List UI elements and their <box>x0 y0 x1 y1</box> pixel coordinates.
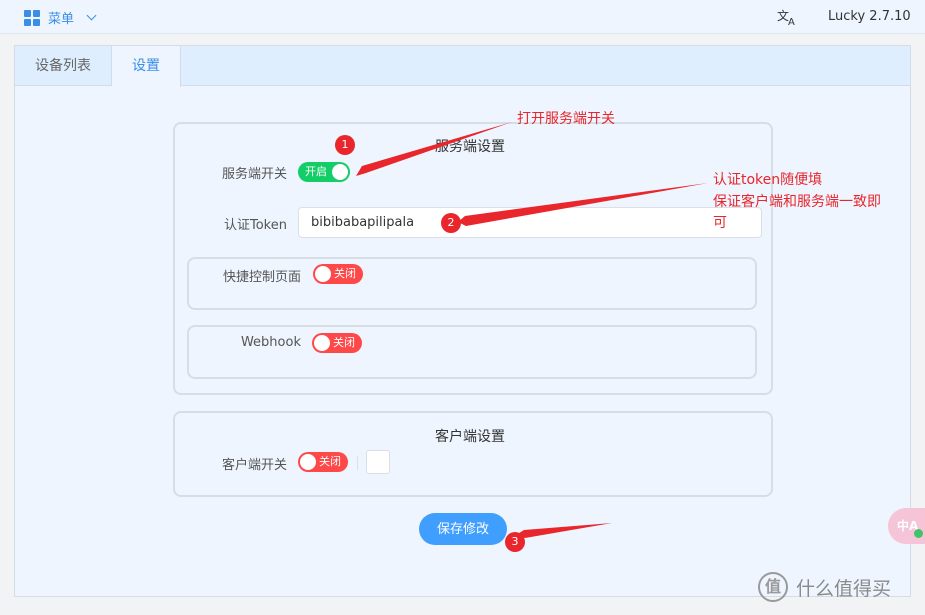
menu-label: 菜单 <box>48 12 75 27</box>
client-switch-label: 客户端开关 <box>221 458 287 473</box>
translate-icon[interactable]: 文 A <box>777 8 799 26</box>
chevron-down-icon <box>86 10 97 21</box>
watermark: 值 什么值得买 <box>758 572 891 602</box>
server-settings-title: 服务端设置 <box>435 139 505 155</box>
webhook-switch[interactable]: 关闭 <box>312 333 362 353</box>
version-label: Lucky 2.7.10 <box>828 9 911 24</box>
annotation-badge-2: 2 <box>441 213 461 233</box>
annotation-note-2-line-2: 保证客户端和服务端一致即 <box>713 194 881 210</box>
quick-control-label: 快捷控制页面 <box>222 270 301 285</box>
top-bar: 菜单 文 A Lucky 2.7.10 <box>0 0 925 34</box>
annotation-badge-1: 1 <box>335 135 355 155</box>
switch-knob <box>300 454 316 470</box>
tab-bar: 设备列表 设置 <box>15 46 910 87</box>
check-icon <box>914 529 923 538</box>
tab-device-list[interactable]: 设备列表 <box>15 46 112 86</box>
annotation-note-2-line-1: 认证token随便填 <box>713 172 823 188</box>
token-label: 认证Token <box>224 218 287 233</box>
token-input[interactable]: bibibabapilipala <box>298 207 762 238</box>
switch-knob <box>315 266 331 282</box>
webhook-label: Webhook <box>240 335 301 350</box>
webhook-card <box>187 325 757 379</box>
tab-settings[interactable]: 设置 <box>112 46 181 87</box>
annotation-note-2-line-3: 可 <box>713 215 727 231</box>
webhook-switch-text: 关闭 <box>333 336 355 349</box>
save-button[interactable]: 保存修改 <box>419 513 507 545</box>
client-switch-text: 关闭 <box>319 455 341 468</box>
translate-float-button[interactable]: 中A <box>888 508 925 544</box>
grid-icon <box>24 9 40 26</box>
switch-knob <box>314 335 330 351</box>
client-switch[interactable]: 关闭 <box>298 452 348 472</box>
divider <box>357 456 358 470</box>
annotation-note-1: 打开服务端开关 <box>517 111 615 127</box>
switch-knob <box>332 164 348 180</box>
client-checkbox[interactable] <box>366 450 390 474</box>
server-switch[interactable]: 开启 <box>298 162 350 182</box>
menu-button[interactable]: 菜单 <box>24 8 97 27</box>
watermark-logo: 值 <box>758 572 788 602</box>
svg-text:A: A <box>788 17 795 26</box>
quick-control-switch[interactable]: 关闭 <box>313 264 363 284</box>
quick-control-switch-text: 关闭 <box>334 267 356 280</box>
watermark-text: 什么值得买 <box>796 577 892 600</box>
server-switch-label: 服务端开关 <box>221 167 287 182</box>
client-settings-title: 客户端设置 <box>435 429 505 445</box>
annotation-badge-3: 3 <box>505 532 525 552</box>
server-switch-text: 开启 <box>305 165 327 178</box>
